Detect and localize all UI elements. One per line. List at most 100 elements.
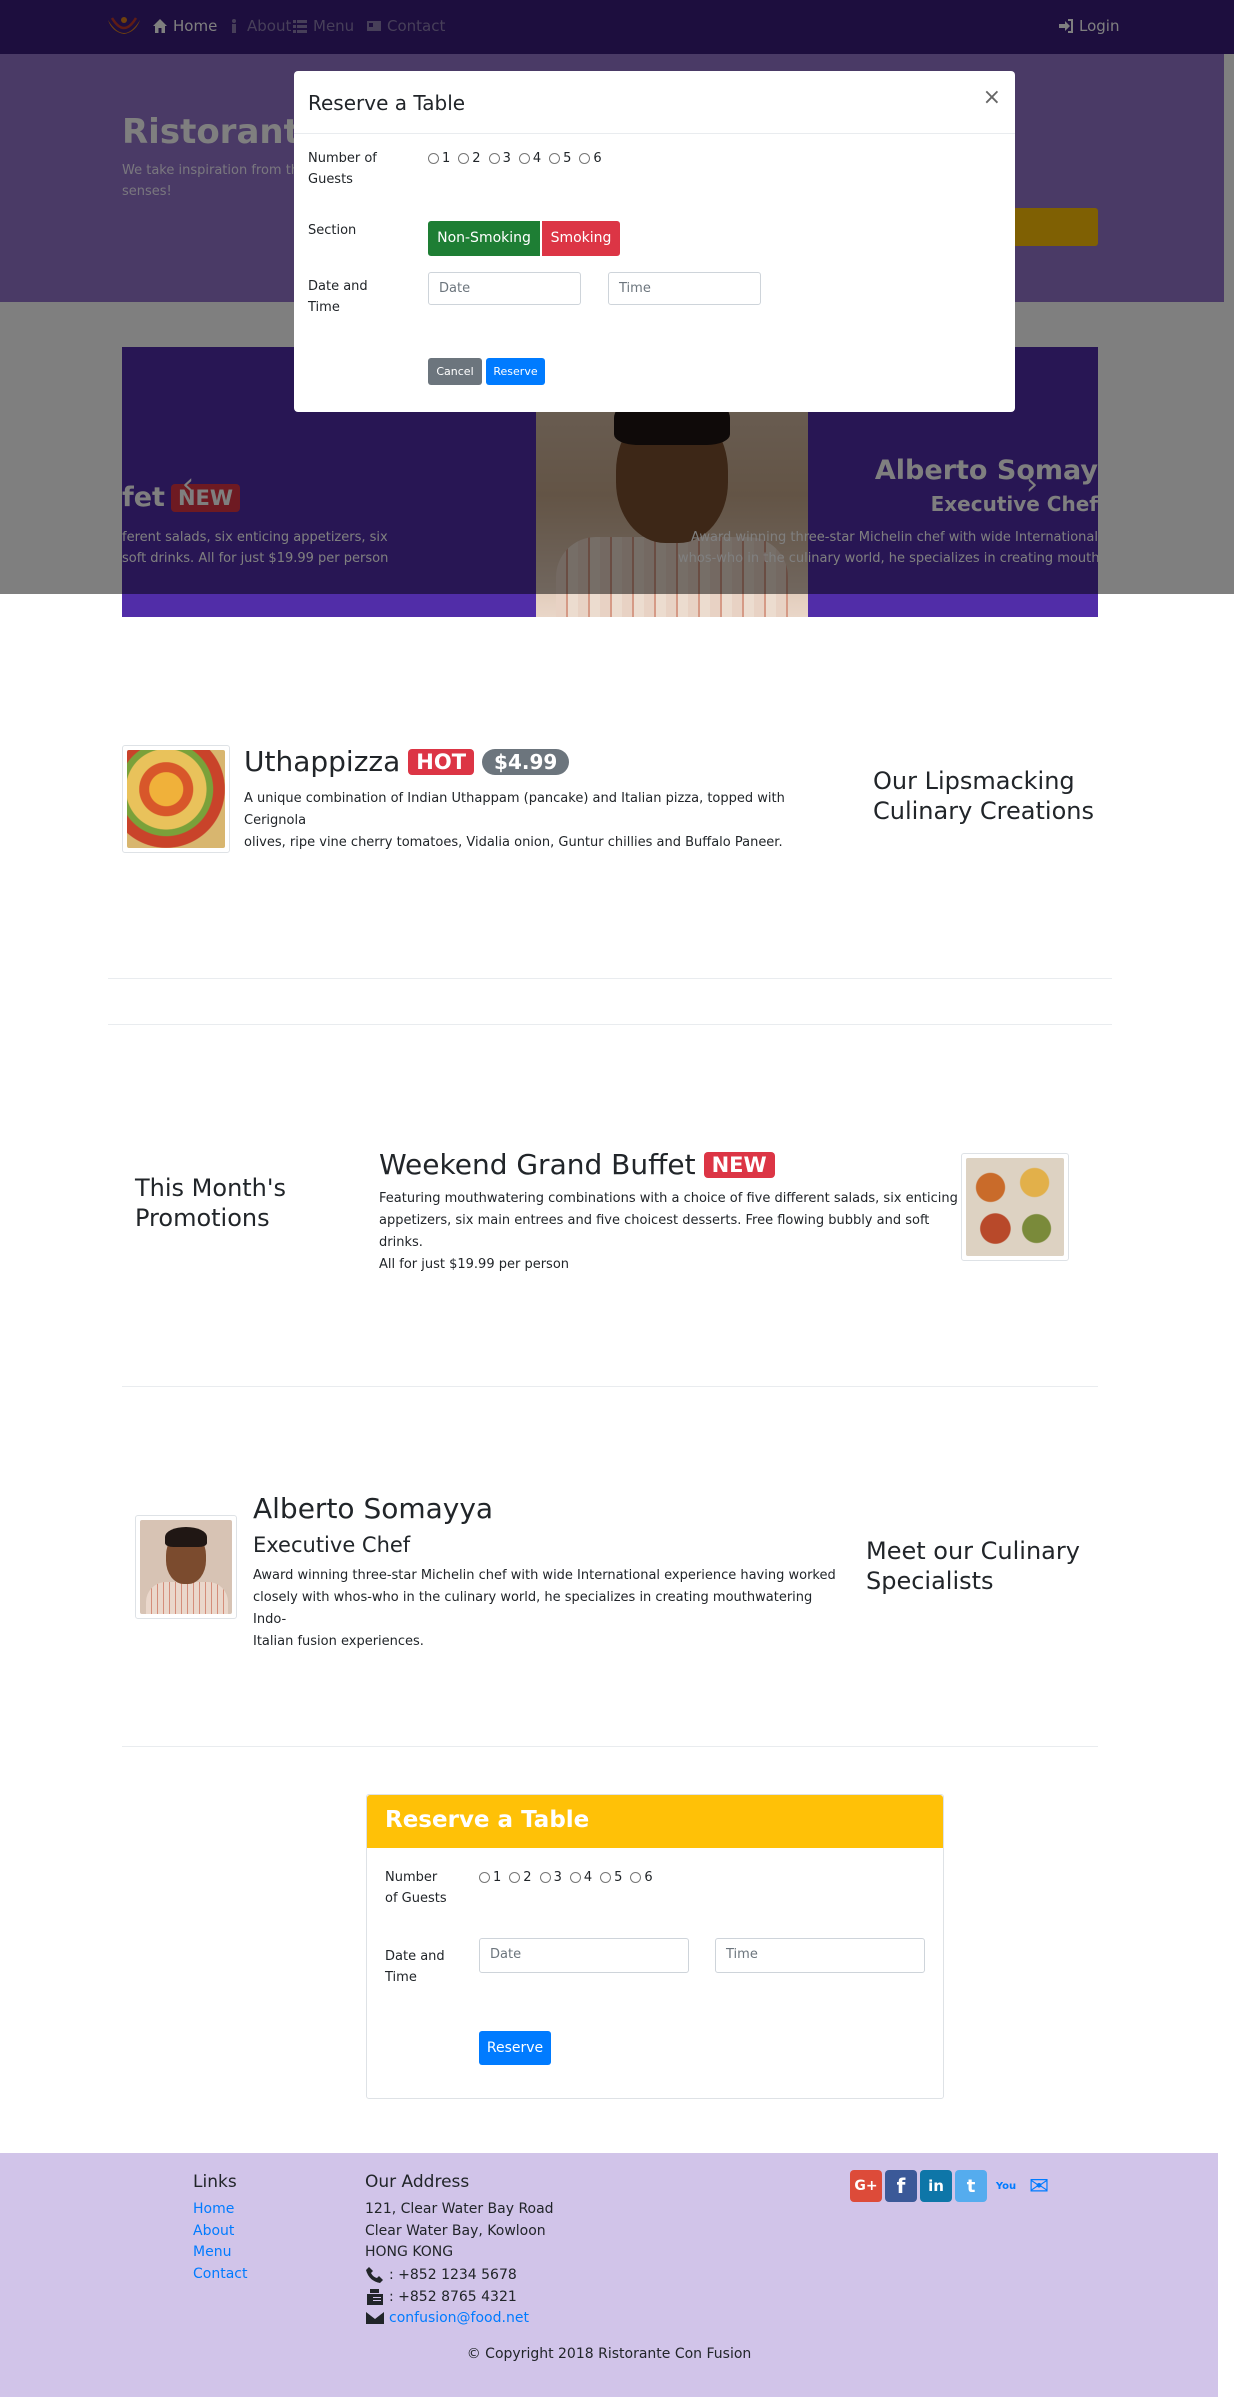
divider (122, 1746, 1098, 1747)
guests-radio[interactable]: 2 (509, 1870, 532, 1885)
leader-description-line: Award winning three-star Michelin chef w… (253, 1568, 836, 1583)
reserve-card: Reserve a Table Number of Guests 1 2 3 4… (366, 1794, 944, 2099)
close-icon[interactable]: × (983, 85, 1001, 110)
google-plus-icon[interactable]: G+ (850, 2170, 882, 2202)
guests-radio[interactable]: 4 (569, 1870, 592, 1885)
time-input[interactable]: Time (608, 272, 761, 305)
dish-image (122, 745, 230, 853)
datetime-label-line: Time (308, 300, 340, 315)
promotion-description: Featuring mouthwatering combinations wit… (379, 1188, 959, 1276)
twitter-icon[interactable]: t (955, 2170, 987, 2202)
footer-address-line: Clear Water Bay, Kowloon (365, 2223, 546, 2239)
dish-name: Uthappizza (244, 745, 401, 778)
promotion-section-heading-line: This Month's (135, 1174, 286, 1202)
leader-image (135, 1515, 237, 1619)
promotion-description-line: All for just $19.99 per person (379, 1257, 570, 1272)
fax-icon (367, 2289, 383, 2305)
dish-section-heading-line: Our Lipsmacking (873, 767, 1075, 795)
promotion-name: Weekend Grand Buffet (379, 1148, 696, 1181)
footer-address-heading: Our Address (365, 2172, 470, 2192)
youtube-icon[interactable]: You (990, 2170, 1022, 2202)
modal-header: Reserve a Table × (294, 71, 1015, 134)
guests-radio[interactable]: 6 (630, 1870, 653, 1885)
guests-radio[interactable]: 1 (479, 1870, 501, 1885)
date-input[interactable]: Date (428, 272, 581, 305)
promotion-image (961, 1153, 1069, 1261)
guests-label-line: Number of (308, 151, 377, 166)
footer-phone: : +852 1234 5678 (365, 2266, 517, 2284)
guests-radio[interactable]: 1 (428, 151, 450, 166)
leader-description: Award winning three-star Michelin chef w… (253, 1565, 843, 1653)
divider (108, 978, 1112, 979)
smoking-button[interactable]: Smoking (542, 221, 620, 256)
footer-email-link[interactable]: confusion@food.net (389, 2310, 529, 2326)
leader-name-text: Alberto Somayya (253, 1492, 494, 1525)
leader-description-line: closely with whos-who in the culinary wo… (253, 1590, 813, 1627)
footer-link-about[interactable]: About (193, 2223, 234, 2239)
non-smoking-button[interactable]: Non-Smoking (428, 221, 540, 256)
dish-title: Uthappizza HOT $4.99 (244, 745, 570, 778)
card-guests-label: Number of Guests (385, 1867, 447, 1909)
guests-radio[interactable]: 4 (518, 151, 541, 166)
linkedin-icon[interactable]: in (920, 2170, 952, 2202)
card-guests-radio-group: 1 2 3 4 5 6 (479, 1870, 653, 1885)
hot-badge: HOT (408, 748, 475, 775)
guests-label-line: Guests (308, 172, 353, 187)
section-label: Section (308, 223, 357, 238)
footer-address-line: 121, Clear Water Bay Road (365, 2201, 554, 2217)
dish-description-line: A unique combination of Indian Uthappam … (244, 791, 785, 828)
footer-phone-text: : +852 1234 5678 (389, 2267, 517, 2283)
footer-fax: : +852 8765 4321 (365, 2288, 517, 2306)
card-datetime-label-line: Date and (385, 1949, 445, 1964)
card-guests-label-line: Number (385, 1870, 438, 1885)
leader-designation: Executive Chef (253, 1533, 411, 1557)
promotion-section-heading: This Month's Promotions (135, 1173, 286, 1233)
leader-section-heading-line: Specialists (866, 1567, 994, 1595)
promotion-section-heading-line: Promotions (135, 1204, 270, 1232)
promotion-description-line: Featuring mouthwatering combinations wit… (379, 1191, 958, 1206)
reserve-modal: Reserve a Table × Number of Guests 1 2 3… (294, 71, 1015, 412)
mail-icon[interactable]: ✉ (1023, 2170, 1055, 2202)
card-date-input[interactable]: Date (479, 1938, 689, 1973)
copyright: © Copyright 2018 Ristorante Con Fusion (466, 2346, 752, 2362)
new-badge: NEW (703, 1151, 775, 1178)
guests-radio[interactable]: 6 (579, 151, 602, 166)
cancel-button[interactable]: Cancel (428, 358, 482, 385)
guests-radio[interactable]: 5 (549, 151, 571, 166)
footer-link-home[interactable]: Home (193, 2201, 234, 2217)
leader-section-heading-line: Meet our Culinary (866, 1537, 1080, 1565)
guests-radio-group: 1 2 3 4 5 6 (428, 151, 602, 166)
reserve-card-title: Reserve a Table (385, 1807, 590, 1833)
dish-section-heading-line: Culinary Creations (873, 797, 1094, 825)
guests-label: Number of Guests (308, 148, 377, 190)
reserve-button[interactable]: Reserve (486, 358, 545, 385)
card-reserve-button[interactable]: Reserve (479, 2031, 551, 2065)
guests-radio[interactable]: 3 (539, 1870, 562, 1885)
dish-description: A unique combination of Indian Uthappam … (244, 788, 844, 854)
facebook-icon[interactable]: f (885, 2170, 917, 2202)
promotion-title: Weekend Grand Buffet NEW (379, 1148, 775, 1181)
guests-radio[interactable]: 2 (458, 151, 481, 166)
modal-title: Reserve a Table (308, 91, 466, 115)
dish-section-heading: Our Lipsmacking Culinary Creations (873, 766, 1094, 826)
footer-link-menu[interactable]: Menu (193, 2244, 231, 2260)
dish-description-line: olives, ripe vine cherry tomatoes, Vidal… (244, 835, 783, 850)
card-time-input[interactable]: Time (715, 1938, 925, 1973)
card-guests-label-line: of Guests (385, 1891, 447, 1906)
leader-name: Alberto Somayya (253, 1492, 493, 1525)
envelope-icon (366, 2312, 384, 2324)
leader-section-heading: Meet our Culinary Specialists (866, 1536, 1080, 1596)
card-datetime-label: Date and Time (385, 1946, 445, 1988)
phone-icon (366, 2267, 383, 2283)
divider (108, 1024, 1112, 1025)
guests-radio[interactable]: 5 (600, 1870, 622, 1885)
guests-radio[interactable]: 3 (488, 151, 511, 166)
footer-link-contact[interactable]: Contact (193, 2266, 247, 2282)
footer-address-line: HONG KONG (365, 2244, 454, 2260)
promotion-description-line: appetizers, six main entrees and five ch… (379, 1213, 930, 1250)
datetime-label: Date and Time (308, 276, 368, 318)
footer-fax-text: : +852 8765 4321 (389, 2289, 517, 2305)
divider (122, 1386, 1098, 1387)
leader-description-line: Italian fusion experiences. (253, 1634, 424, 1649)
footer-links-heading: Links (193, 2172, 237, 2192)
